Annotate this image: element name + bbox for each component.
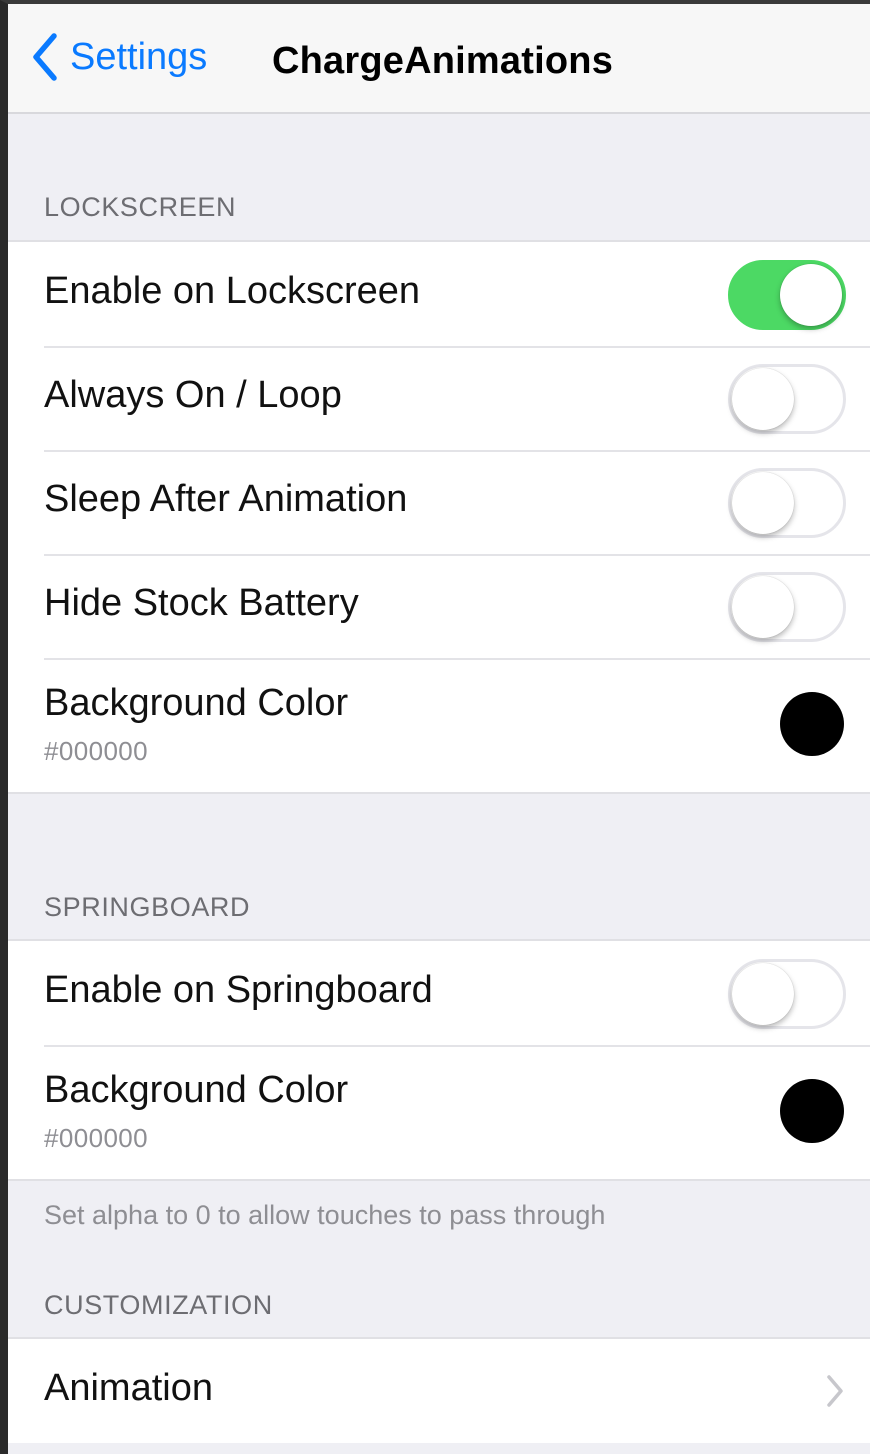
- back-button-label: Settings: [70, 35, 208, 78]
- row-label: Background Color: [44, 1069, 349, 1111]
- toggle-knob: [732, 963, 794, 1025]
- color-swatch[interactable]: [780, 692, 844, 756]
- springboard-group: Enable on Springboard Background Color #…: [8, 939, 870, 1181]
- springboard-footer-note: Set alpha to 0 to allow touches to pass …: [44, 1200, 606, 1230]
- back-button[interactable]: Settings: [30, 32, 207, 82]
- row-label: Enable on Lockscreen: [44, 270, 421, 312]
- section-header-customization: CUSTOMIZATION: [44, 1290, 273, 1320]
- animation-row[interactable]: Animation: [8, 1339, 870, 1443]
- chevron-right-icon: [827, 1375, 843, 1407]
- lockscreen-background-color-row[interactable]: Background Color #000000: [8, 658, 870, 792]
- springboard-background-color-row[interactable]: Background Color #000000: [8, 1045, 870, 1179]
- color-swatch[interactable]: [780, 1079, 844, 1143]
- color-hex-value: #000000: [44, 1123, 149, 1153]
- enable-on-springboard-row[interactable]: Enable on Springboard: [8, 941, 870, 1045]
- settings-screen: Settings ChargeAnimations LOCKSCREEN Ena…: [0, 0, 870, 1454]
- section-header-springboard: SPRINGBOARD: [44, 892, 251, 922]
- page-title: ChargeAnimations: [272, 40, 614, 82]
- lockscreen-group: Enable on Lockscreen Always On / Loop Sl…: [8, 240, 870, 794]
- enable-on-springboard-toggle[interactable]: [728, 959, 846, 1029]
- enable-on-lockscreen-row[interactable]: Enable on Lockscreen: [8, 242, 870, 346]
- navigation-bar: Settings ChargeAnimations: [8, 4, 870, 114]
- row-label: Enable on Springboard: [44, 969, 433, 1011]
- always-on-loop-row[interactable]: Always On / Loop: [8, 346, 870, 450]
- toggle-knob: [732, 472, 794, 534]
- row-label: Hide Stock Battery: [44, 582, 359, 624]
- section-header-lockscreen: LOCKSCREEN: [44, 192, 237, 222]
- row-label: Animation: [44, 1367, 213, 1409]
- enable-on-lockscreen-toggle[interactable]: [728, 260, 846, 330]
- hide-stock-battery-row[interactable]: Hide Stock Battery: [8, 554, 870, 658]
- chevron-left-icon: [33, 33, 57, 81]
- row-label: Background Color: [44, 682, 349, 724]
- row-label: Always On / Loop: [44, 374, 342, 416]
- color-hex-value: #000000: [44, 736, 149, 766]
- hide-stock-battery-toggle[interactable]: [728, 572, 846, 642]
- sleep-after-animation-row[interactable]: Sleep After Animation: [8, 450, 870, 554]
- always-on-loop-toggle[interactable]: [728, 364, 846, 434]
- toggle-knob: [780, 264, 842, 326]
- toggle-knob: [732, 576, 794, 638]
- row-label: Sleep After Animation: [44, 478, 408, 520]
- sleep-after-animation-toggle[interactable]: [728, 468, 846, 538]
- toggle-knob: [732, 368, 794, 430]
- customization-group: Animation: [8, 1337, 870, 1443]
